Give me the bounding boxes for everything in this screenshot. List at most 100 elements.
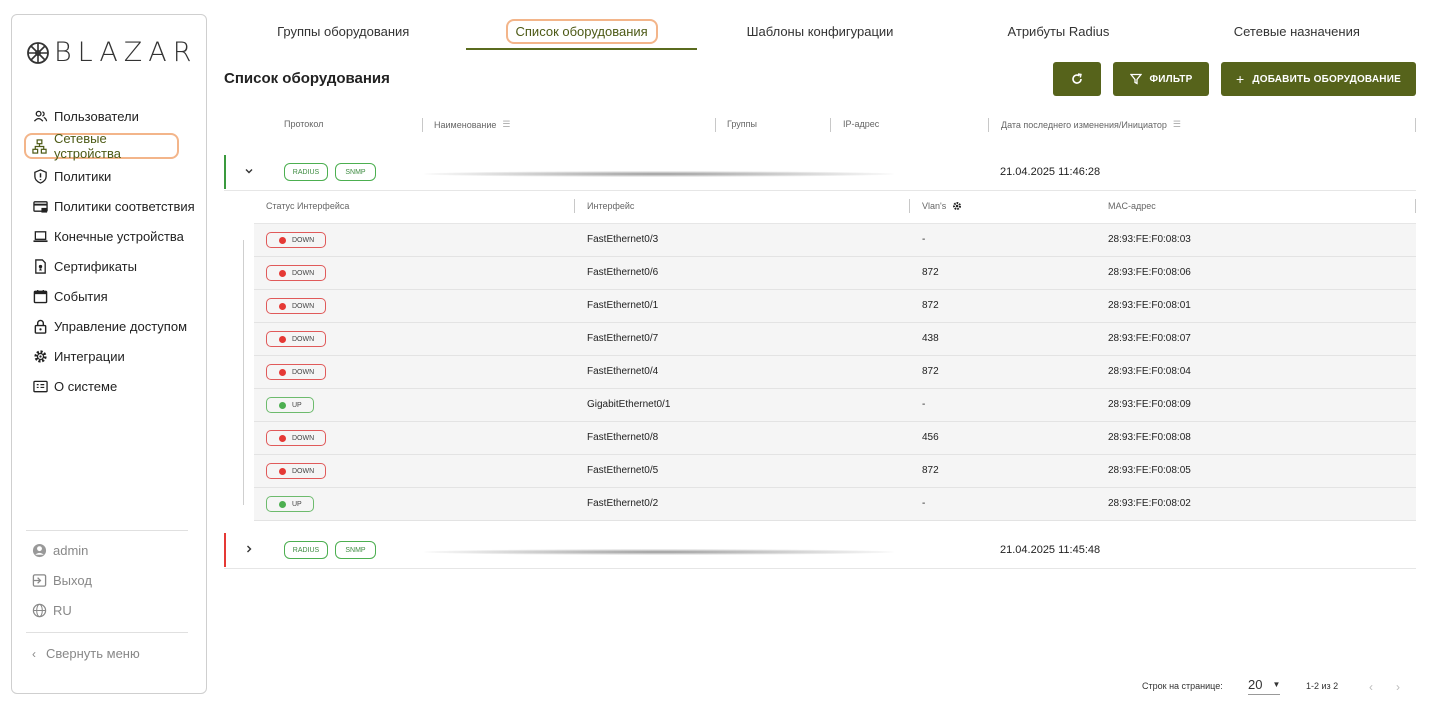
status-dot-icon <box>279 434 286 442</box>
sidebar-item-network[interactable]: Сетевые устройства <box>24 131 179 161</box>
interface-name: FastEthernet0/2 <box>587 498 659 509</box>
tab-1[interactable]: Группы оборудования <box>224 14 462 50</box>
sidebar-item-label: О системе <box>54 378 118 394</box>
sidebar-item-calendar[interactable]: События <box>24 281 196 311</box>
col-separator <box>830 118 831 132</box>
sidebar-item-label: События <box>54 288 108 304</box>
interface-name: FastEthernet0/5 <box>587 465 659 476</box>
language-switch[interactable]: RU <box>32 603 72 618</box>
sidebar-item-label: Пользователи <box>54 108 139 124</box>
user-circle-icon <box>32 543 47 558</box>
interface-row[interactable]: UP FastEthernet0/2 - 28:93:FE:F0:08:02 <box>254 488 1416 521</box>
rows-per-page-select[interactable]: 20 ▼ <box>1248 677 1281 695</box>
status-badge: DOWN <box>266 298 326 314</box>
tab-3[interactable]: Шаблоны конфигурации <box>701 14 939 50</box>
collapse-label: Свернуть меню <box>46 646 140 661</box>
tab-label: Атрибуты Radius <box>1007 24 1110 39</box>
status-label: DOWN <box>292 368 315 376</box>
logout-button[interactable]: Выход <box>32 573 92 588</box>
col-mac-label: MAC-адрес <box>1108 201 1156 211</box>
next-page-button[interactable]: › <box>1396 680 1400 694</box>
interface-name: FastEthernet0/8 <box>587 432 659 443</box>
sidebar-item-card[interactable]: Политики соответствия <box>24 191 196 221</box>
interface-row[interactable]: DOWN FastEthernet0/7 438 28:93:FE:F0:08:07 <box>254 323 1416 356</box>
logo: BLAZAR <box>26 37 198 68</box>
mac-address: 28:93:FE:F0:08:02 <box>1108 498 1191 509</box>
col-separator <box>574 199 575 213</box>
interface-row[interactable]: DOWN FastEthernet0/8 456 28:93:FE:F0:08:08 <box>254 422 1416 455</box>
tab-label: Сетевые назначения <box>1233 24 1360 39</box>
status-dot-icon <box>279 236 286 244</box>
gear-icon[interactable] <box>952 201 962 211</box>
interface-row[interactable]: DOWN FastEthernet0/6 872 28:93:FE:F0:08:06 <box>254 257 1416 290</box>
vlan-value: 872 <box>922 465 939 476</box>
info-shield-icon <box>32 168 48 184</box>
col-interface-status: Статус Интерфейса <box>266 201 349 211</box>
sidebar-item-lock[interactable]: Управление доступом <box>24 311 196 341</box>
mac-address: 28:93:FE:F0:08:07 <box>1108 333 1191 344</box>
device-row[interactable]: RADIUS SNMP 21.04.2025 11:46:28 <box>224 155 1416 191</box>
status-badge: UP <box>266 496 314 512</box>
col-name[interactable]: Наименование ☰ <box>434 119 510 130</box>
sidebar-item-users[interactable]: Пользователи <box>24 101 196 131</box>
col-separator <box>1415 118 1416 132</box>
status-label: DOWN <box>292 335 315 343</box>
interface-row[interactable]: DOWN FastEthernet0/5 872 28:93:FE:F0:08:05 <box>254 455 1416 488</box>
sidebar-item-certificate[interactable]: Сертификаты <box>24 251 196 281</box>
status-label: DOWN <box>292 467 315 475</box>
divider <box>26 632 188 633</box>
sidebar-item-info-shield[interactable]: Политики <box>24 161 196 191</box>
filter-icon <box>1129 73 1142 85</box>
status-label: UP <box>292 401 302 409</box>
col-protocol-label: Протокол <box>284 119 324 129</box>
col-vlans-label: Vlan's <box>922 201 947 211</box>
sidebar-item-laptop[interactable]: Конечные устройства <box>24 221 196 251</box>
sidebar-item-label: Сетевые устройства <box>53 131 121 161</box>
sort-icon[interactable]: ☰ <box>502 119 510 130</box>
col-separator <box>422 118 423 132</box>
col-separator <box>715 118 716 132</box>
sidebar-item-label: Управление доступом <box>54 318 188 334</box>
sort-icon[interactable]: ☰ <box>1173 119 1181 130</box>
sidebar-item-gear[interactable]: Интеграции <box>24 341 196 371</box>
refresh-button[interactable] <box>1053 62 1101 96</box>
interface-row[interactable]: DOWN FastEthernet0/1 872 28:93:FE:F0:08:01 <box>254 290 1416 323</box>
status-label: DOWN <box>292 236 315 244</box>
mac-address: 28:93:FE:F0:08:08 <box>1108 432 1191 443</box>
add-equipment-button[interactable]: + ДОБАВИТЬ ОБОРУДОВАНИЕ <box>1221 62 1416 96</box>
col-changed[interactable]: Дата последнего изменения/Инициатор ☰ <box>1001 119 1181 130</box>
rows-per-page-value: 20 <box>1248 677 1263 692</box>
vlan-value: 872 <box>922 366 939 377</box>
caret-down-icon: ▼ <box>1272 680 1281 689</box>
card-icon <box>32 198 48 214</box>
page-range: 1-2 из 2 <box>1306 681 1339 691</box>
plus-icon: + <box>1236 71 1245 87</box>
sidebar-item-about[interactable]: О системе <box>24 371 196 401</box>
tab-4[interactable]: Атрибуты Radius <box>939 14 1177 50</box>
interface-row[interactable]: DOWN FastEthernet0/3 - 28:93:FE:F0:08:03 <box>254 224 1416 257</box>
tab-2[interactable]: Список оборудования <box>462 14 700 50</box>
equipment-table-header: Протокол Наименование ☰ Группы IP-адрес Д… <box>224 110 1416 140</box>
interface-name: FastEthernet0/4 <box>587 366 659 377</box>
filter-button[interactable]: ФИЛЬТР <box>1113 62 1209 96</box>
device-row[interactable]: RADIUS SNMP 21.04.2025 11:45:48 <box>224 533 1416 569</box>
chevron-down-icon[interactable] <box>244 165 256 179</box>
prev-page-button[interactable]: ‹ <box>1369 680 1373 694</box>
tab-5[interactable]: Сетевые назначения <box>1178 14 1416 50</box>
col-separator <box>909 199 910 213</box>
vlan-value: 872 <box>922 300 939 311</box>
col-mac: MAC-адрес <box>1108 201 1156 211</box>
user-profile[interactable]: admin <box>32 543 88 558</box>
interface-name: FastEthernet0/1 <box>587 300 659 311</box>
collapse-menu-button[interactable]: ‹ Свернуть меню <box>32 646 140 661</box>
chevron-right-icon[interactable] <box>244 543 256 557</box>
interface-row[interactable]: UP GigabitEthernet0/1 - 28:93:FE:F0:08:09 <box>254 389 1416 422</box>
users-icon <box>32 108 48 124</box>
filter-label: ФИЛЬТР <box>1149 73 1193 85</box>
status-dot-icon <box>279 335 286 343</box>
col-protocol: Протокол <box>284 119 323 129</box>
device-status-bar <box>224 155 226 189</box>
interface-row[interactable]: DOWN FastEthernet0/4 872 28:93:FE:F0:08:04 <box>254 356 1416 389</box>
logo-text: BLAZAR <box>54 37 198 68</box>
sidebar: BLAZAR Пользователи Сетевые устройства Пол… <box>11 14 207 694</box>
